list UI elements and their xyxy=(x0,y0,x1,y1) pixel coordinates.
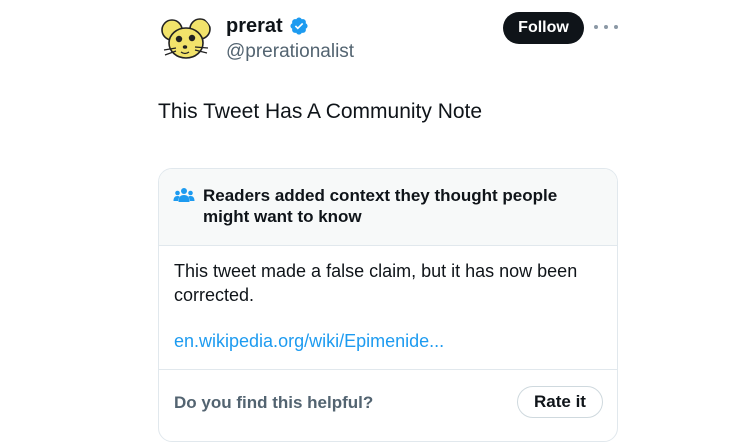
author-name-row: prerat xyxy=(226,14,309,38)
mouse-avatar-icon xyxy=(161,18,211,59)
community-note-body: This tweet made a false claim, but it ha… xyxy=(174,261,578,305)
tweet-text: This Tweet Has A Community Note xyxy=(158,100,483,123)
author-handle[interactable]: @prerationalist xyxy=(226,40,354,64)
community-note-source-link[interactable]: en.wikipedia.org/wiki/Epimenide... xyxy=(174,329,444,353)
author-display-name[interactable]: prerat xyxy=(226,14,283,38)
more-dot xyxy=(614,25,618,29)
avatar[interactable] xyxy=(158,12,214,68)
rate-it-button[interactable]: Rate it xyxy=(517,386,603,418)
helpful-question: Do you find this helpful? xyxy=(174,393,374,412)
verified-badge-icon xyxy=(289,16,309,36)
community-note-title: Readers added context they thought peopl… xyxy=(203,186,558,226)
community-note-footer: Do you find this helpful? Rate it xyxy=(159,369,617,441)
follow-button[interactable]: Follow xyxy=(503,12,584,44)
people-group-icon xyxy=(173,187,195,203)
more-dot xyxy=(604,25,608,29)
more-options-icon[interactable] xyxy=(594,20,618,34)
community-note-header: Readers added context they thought peopl… xyxy=(159,169,617,246)
more-dot xyxy=(594,25,598,29)
community-note-card: Readers added context they thought peopl… xyxy=(158,168,618,442)
